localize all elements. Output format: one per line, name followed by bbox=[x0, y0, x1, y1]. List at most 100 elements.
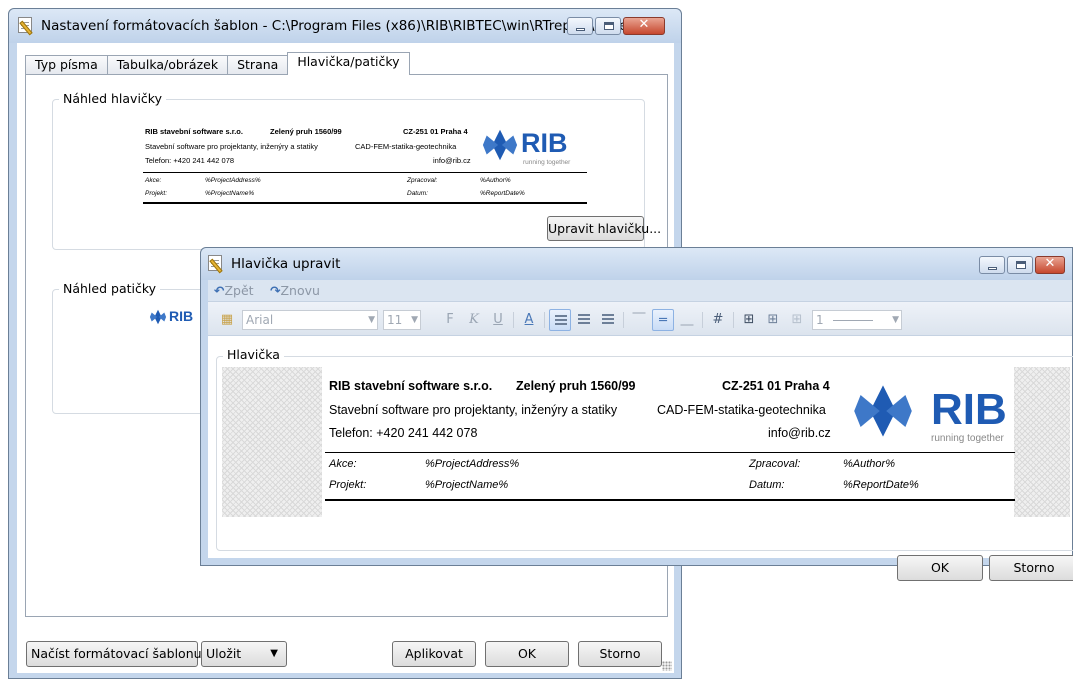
company-tagline[interactable]: Stavební software pro projektanty, inžen… bbox=[329, 403, 617, 417]
tab-page[interactable]: Strana bbox=[227, 55, 289, 75]
align-right-icon bbox=[602, 314, 614, 325]
italic-button[interactable]: K bbox=[463, 309, 485, 331]
header-table[interactable]: RIB stavební software s.r.o. Zelený pruh… bbox=[325, 373, 1017, 513]
label-projekt[interactable]: Projekt: bbox=[329, 479, 366, 491]
align-center-button[interactable] bbox=[573, 309, 595, 331]
undo-button[interactable]: ↶Zpět bbox=[214, 283, 254, 298]
footer-rib-logo-text: RIB bbox=[169, 308, 194, 324]
value-projekt[interactable]: %ProjectName% bbox=[425, 479, 508, 491]
value-akce: %ProjectAddress% bbox=[205, 177, 261, 184]
save-button[interactable]: Uložit ▼ bbox=[201, 641, 287, 667]
rib-logo-icon bbox=[482, 129, 518, 161]
company-city[interactable]: CZ-251 01 Praha 4 bbox=[722, 379, 830, 393]
header-edit-canvas[interactable]: RIB stavební software s.r.o. Zelený pruh… bbox=[222, 367, 1070, 517]
dialog-ok-button[interactable]: OK bbox=[897, 555, 983, 581]
font-size-select[interactable]: 11 ▼ bbox=[383, 310, 421, 330]
undo-icon: ↶ bbox=[214, 283, 225, 298]
chevron-down-icon: ▼ bbox=[892, 315, 899, 325]
divider bbox=[325, 452, 1015, 453]
dialog-close-button[interactable]: ✕ bbox=[1035, 256, 1065, 274]
insert-table-icon[interactable]: ▦ bbox=[216, 309, 238, 331]
maximize-icon bbox=[1016, 261, 1026, 269]
edit-header-dialog: Hlavička upravit ✕ ↶Zpět ↷Znovu ▦ Arial ▼… bbox=[200, 247, 1073, 581]
chevron-down-icon: ▼ bbox=[368, 315, 375, 325]
maximize-icon bbox=[604, 22, 614, 30]
redo-button[interactable]: ↷Znovu bbox=[270, 283, 320, 298]
company-phone[interactable]: Telefon: +420 241 442 078 bbox=[329, 426, 477, 440]
label-datum: Datum: bbox=[407, 190, 428, 197]
format-toolbar: ▦ Arial ▼ 11 ▼ F K U A ⎺ ═ ⎽ # ⊞ ⊞ ⊞ 1 ▼ bbox=[208, 302, 1072, 336]
font-name-value: Arial bbox=[246, 313, 274, 327]
underline-button[interactable]: U bbox=[487, 309, 509, 331]
label-zpracoval[interactable]: Zpracoval: bbox=[749, 458, 800, 470]
rib-logo[interactable]: RIB running together bbox=[851, 375, 1017, 449]
line-sample bbox=[833, 320, 873, 321]
value-akce[interactable]: %ProjectAddress% bbox=[425, 458, 519, 470]
close-button[interactable]: ✕ bbox=[623, 17, 665, 35]
dialog-minimize-button[interactable] bbox=[979, 256, 1005, 274]
font-color-button[interactable]: A bbox=[518, 309, 540, 331]
label-akce[interactable]: Akce: bbox=[329, 458, 357, 470]
bold-button[interactable]: F bbox=[439, 309, 461, 331]
inner-borders-button[interactable]: ⊞ bbox=[762, 309, 784, 331]
dialog-client: ↶Zpět ↷Znovu ▦ Arial ▼ 11 ▼ F K U A ⎺ ═ ⎽ … bbox=[208, 280, 1073, 581]
valign-bottom-button[interactable]: ⎽ bbox=[676, 309, 698, 331]
bottom-rule bbox=[143, 202, 587, 204]
save-button-label: Uložit bbox=[206, 646, 242, 661]
value-datum[interactable]: %ReportDate% bbox=[843, 479, 919, 491]
company-city: CZ-251 01 Praha 4 bbox=[403, 127, 468, 136]
header-preview-group: Náhled hlavičky RIB stavební software s.… bbox=[52, 91, 661, 250]
chevron-down-icon: ▼ bbox=[411, 315, 418, 325]
font-name-select[interactable]: Arial ▼ bbox=[242, 310, 378, 330]
divider bbox=[143, 172, 587, 173]
maximize-button[interactable] bbox=[595, 17, 621, 35]
tab-font[interactable]: Typ písma bbox=[25, 55, 108, 75]
rib-logo-tagline: running together bbox=[523, 159, 571, 166]
no-borders-button[interactable]: ⊞ bbox=[786, 309, 808, 331]
minimize-icon bbox=[576, 28, 585, 31]
window-controls: ✕ bbox=[567, 17, 665, 35]
valign-middle-button[interactable]: ═ bbox=[652, 309, 674, 331]
dialog-maximize-button[interactable] bbox=[1007, 256, 1033, 274]
align-right-button[interactable] bbox=[597, 309, 619, 331]
value-zpracoval: %Author% bbox=[480, 177, 511, 184]
valign-top-button[interactable]: ⎺ bbox=[628, 309, 650, 331]
tab-table-image[interactable]: Tabulka/obrázek bbox=[106, 55, 229, 75]
edit-header-button[interactable]: Upravit hlavičku... bbox=[547, 216, 661, 241]
cancel-button[interactable]: Storno bbox=[578, 641, 662, 667]
resize-grip[interactable] bbox=[662, 661, 672, 671]
minimize-button[interactable] bbox=[567, 17, 593, 35]
dialog-cancel-button[interactable]: Storno bbox=[989, 555, 1073, 581]
company-street[interactable]: Zelený pruh 1560/99 bbox=[516, 379, 636, 393]
dialog-app-icon bbox=[208, 255, 226, 274]
align-left-button[interactable] bbox=[549, 309, 571, 331]
label-datum[interactable]: Datum: bbox=[749, 479, 784, 491]
dialog-window-controls: ✕ bbox=[979, 256, 1065, 274]
title-bar[interactable]: Nastavení formátovacích šablon - C:\Prog… bbox=[9, 9, 681, 43]
company-name: RIB stavební software s.r.o. bbox=[145, 127, 243, 136]
company-email[interactable]: info@rib.cz bbox=[768, 426, 831, 440]
grid-lines-button[interactable]: # bbox=[707, 309, 729, 331]
value-zpracoval[interactable]: %Author% bbox=[843, 458, 895, 470]
ok-button[interactable]: OK bbox=[485, 641, 569, 667]
dialog-title-bar[interactable]: Hlavička upravit ✕ bbox=[201, 248, 1072, 280]
undo-label: Zpět bbox=[224, 283, 254, 298]
all-borders-button[interactable]: ⊞ bbox=[738, 309, 760, 331]
apply-button[interactable]: Aplikovat bbox=[392, 641, 476, 667]
separator bbox=[702, 312, 703, 328]
company-name[interactable]: RIB stavební software s.r.o. bbox=[329, 379, 492, 393]
close-icon: ✕ bbox=[638, 17, 650, 32]
bottom-rule bbox=[325, 499, 1015, 501]
footer-preview-label: Náhled patičky bbox=[59, 281, 161, 296]
load-template-button[interactable]: Načíst formátovací šablonu ▼ bbox=[26, 641, 215, 667]
font-size-value: 11 bbox=[387, 313, 403, 327]
separator bbox=[513, 312, 514, 328]
header-page[interactable]: RIB stavební software s.r.o. Zelený pruh… bbox=[322, 367, 1017, 517]
header-edit-group: Hlavička RIB stavební software s.r.o. Ze… bbox=[216, 347, 1073, 551]
value-datum: %ReportDate% bbox=[480, 190, 525, 197]
tab-header-footer[interactable]: Hlavička/patičky bbox=[287, 52, 410, 75]
company-phone: Telefon: +420 241 442 078 bbox=[145, 156, 235, 165]
redo-label: Znovu bbox=[280, 283, 320, 298]
line-width-select[interactable]: 1 ▼ bbox=[812, 310, 902, 330]
company-products[interactable]: CAD-FEM-statika-geotechnika bbox=[657, 403, 826, 417]
